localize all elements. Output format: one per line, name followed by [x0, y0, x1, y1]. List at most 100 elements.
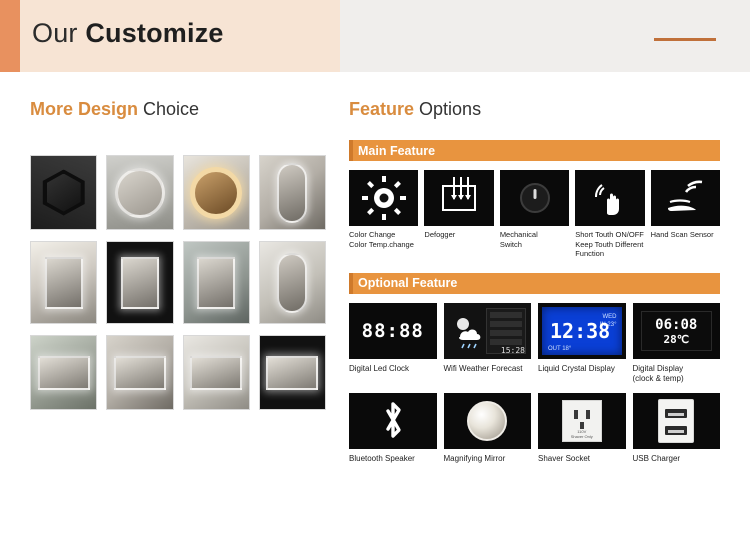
rect-mirror-shape: [44, 256, 83, 309]
wifi-weather-tile: 15:28: [443, 302, 531, 359]
optional-item-magnifying-mirror[interactable]: Magnifying Mirror: [443, 392, 531, 464]
hand-scan-sensor-icon: [668, 180, 703, 211]
feature-options-panel: Main Feature Color Change Color Temp.cha…: [349, 140, 721, 464]
digital-led-clock-tile: 88:88: [349, 302, 437, 359]
hexagon-mirror-shape: [42, 169, 85, 216]
main-feature-item-mechanical-switch[interactable]: Mechanical Switch: [499, 170, 570, 259]
digital-led-clock-caption: Digital Led Clock: [349, 363, 410, 373]
wide-mirror-shape-2: [113, 355, 166, 390]
digital-display-icon: 06:08 28℃: [640, 310, 712, 351]
mirror-thumb-rect-magnifier[interactable]: [30, 241, 98, 324]
right-title-light: Options: [414, 99, 482, 119]
defogger-tile: [424, 170, 494, 226]
mirror-thumb-rect-backlit[interactable]: [182, 241, 250, 324]
lcd-date-readout: OUT 18°: [548, 345, 572, 352]
magnifying-mirror-caption: Magnifying Mirror: [443, 453, 506, 463]
mirror-thumb-black-frame[interactable]: [106, 241, 174, 324]
warm-round-mirror-shape: [190, 166, 243, 219]
usb-charger-tile: [632, 392, 720, 449]
bluetooth-speaker-icon: [386, 401, 401, 438]
page-title-word1: Our: [32, 18, 78, 48]
optional-feature-bar: Optional Feature: [349, 272, 720, 294]
mirror-thumb-hexagon[interactable]: [30, 155, 98, 230]
optional-item-shaver-socket[interactable]: 110V Shaver Only Shaver Socket: [538, 392, 626, 464]
optional-item-usb-charger[interactable]: USB Charger: [632, 392, 720, 464]
hand-scan-caption: Hand Scan Sensor: [650, 230, 714, 239]
mirror-thumb-oval[interactable]: [258, 155, 326, 230]
mirror-thumb-round-warm[interactable]: [182, 155, 250, 230]
shaver-socket-icon: 110V Shaver Only: [561, 399, 602, 442]
main-feature-item-defogger[interactable]: Defogger: [424, 170, 494, 259]
digital-display-time: 06:08: [655, 316, 698, 333]
left-title-bold: More Design: [30, 99, 139, 119]
header-accent-bar: [0, 0, 20, 72]
wifi-weather-forecast-icon: [456, 317, 480, 348]
mirror-thumb-wide-2[interactable]: [106, 335, 174, 410]
liquid-crystal-display-icon: WED IN 23° 12:38 OUT 18°: [542, 306, 622, 355]
touch-sensor-icon: [594, 184, 619, 216]
main-feature-bar: Main Feature: [349, 140, 720, 161]
optional-item-liquid-crystal[interactable]: WED IN 23° 12:38 OUT 18° Liquid Crystal D…: [538, 302, 626, 384]
backlit-rect-mirror-shape: [197, 256, 236, 309]
usb-charger-icon: [658, 398, 695, 443]
main-feature-item-hand-scan[interactable]: Hand Scan Sensor: [650, 170, 721, 259]
mechanical-switch-icon: [519, 183, 550, 213]
gallery-row-1: [30, 155, 326, 230]
digital-led-clock-icon: 88:88: [361, 319, 424, 342]
design-choice-gallery: [30, 155, 326, 421]
bluetooth-speaker-caption: Bluetooth Speaker: [349, 453, 415, 463]
color-change-tile: [349, 170, 419, 226]
optional-item-digital-display[interactable]: 06:08 28℃ Digital Display (clock & temp): [632, 302, 720, 384]
left-title-light: Choice: [138, 99, 200, 119]
gallery-row-2: [30, 241, 326, 324]
bluetooth-speaker-tile: [349, 392, 437, 449]
mechanical-switch-caption: Mechanical Switch: [499, 230, 538, 249]
weather-time-readout: 15:28: [500, 345, 525, 355]
touch-sensor-caption: Short Touth ON/OFF Keep Touth Different …: [575, 230, 644, 258]
header-rule: [654, 38, 716, 41]
digital-display-caption: Digital Display (clock & temp): [632, 363, 684, 383]
right-title-bold: Feature: [349, 99, 415, 119]
mirror-thumb-round-backlit[interactable]: [106, 155, 174, 230]
main-feature-item-color-change[interactable]: Color Change Color Temp.change: [349, 170, 419, 259]
mirror-thumb-wide-black[interactable]: [258, 335, 326, 410]
hand-scan-tile: [650, 170, 721, 226]
digital-display-tile: 06:08 28℃: [632, 302, 720, 359]
mirror-thumb-wide-3[interactable]: [182, 335, 250, 410]
page-title-word2: Customize: [85, 18, 224, 48]
wide-black-mirror-shape: [266, 355, 319, 390]
usb-charger-caption: USB Charger: [632, 453, 681, 463]
optional-feature-grid-row2: Bluetooth Speaker Magnifying Mirror 110V…: [349, 392, 720, 464]
lcd-time-readout: 12:38: [550, 318, 611, 343]
defogger-caption: Defogger: [424, 230, 456, 239]
tall-led-mirror-shape: [277, 252, 308, 313]
shaver-socket-tile: 110V Shaver Only: [538, 392, 626, 449]
main-feature-bar-label: Main Feature: [358, 143, 436, 158]
wide-mirror-shape-3: [190, 355, 243, 390]
digital-display-temp: 28℃: [663, 332, 690, 346]
main-feature-item-touch-sensor[interactable]: Short Touth ON/OFF Keep Touth Different …: [575, 170, 645, 259]
shaver-socket-label: 110V Shaver Only: [570, 428, 593, 439]
touch-sensor-tile: [575, 170, 645, 226]
page-header: Our Customize: [0, 0, 750, 72]
wifi-weather-caption: Wifi Weather Forecast: [443, 363, 523, 373]
page-title: Our Customize: [32, 18, 224, 49]
shaver-socket-caption: Shaver Socket: [538, 453, 591, 463]
gallery-row-3: [30, 335, 326, 410]
left-section-title: More Design Choice: [30, 99, 199, 120]
mirror-thumb-tall-led[interactable]: [258, 241, 326, 324]
magnifying-mirror-tile: [443, 392, 531, 449]
optional-item-digital-led-clock[interactable]: 88:88 Digital Led Clock: [349, 302, 437, 384]
right-section-title: Feature Options: [349, 99, 481, 120]
optional-item-bluetooth-speaker[interactable]: Bluetooth Speaker: [349, 392, 437, 464]
liquid-crystal-caption: Liquid Crystal Display: [538, 363, 615, 373]
mirror-thumb-wide-1[interactable]: [30, 335, 98, 410]
wide-mirror-shape-1: [37, 355, 90, 390]
poster-page: Our Customize More Design Choice Feature…: [0, 0, 750, 536]
color-change-caption: Color Change Color Temp.change: [349, 230, 414, 249]
round-mirror-shape: [114, 167, 165, 218]
magnifying-mirror-icon: [467, 400, 508, 441]
liquid-crystal-tile: WED IN 23° 12:38 OUT 18°: [538, 302, 626, 359]
optional-item-wifi-weather[interactable]: 15:28 Wifi Weather Forecast: [443, 302, 531, 384]
main-feature-grid: Color Change Color Temp.change Defogger: [349, 170, 721, 259]
